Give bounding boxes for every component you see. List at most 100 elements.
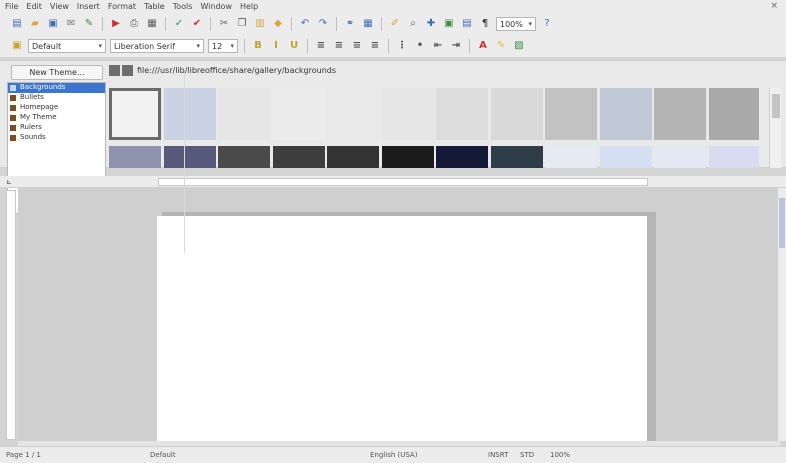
status-selection-mode[interactable]: STD bbox=[520, 451, 534, 459]
background-color-icon[interactable]: ▨ bbox=[512, 39, 526, 53]
show-draw-icon[interactable]: ✐ bbox=[388, 17, 402, 31]
background-thumbnail[interactable] bbox=[708, 88, 759, 140]
menu-insert[interactable]: Insert bbox=[77, 2, 100, 11]
zoom-select[interactable]: 100% ▾ bbox=[496, 17, 536, 31]
theme-item[interactable]: Sounds bbox=[8, 133, 105, 143]
theme-item[interactable]: My Theme bbox=[8, 113, 105, 123]
background-thumbnail[interactable] bbox=[381, 146, 434, 168]
open-icon[interactable]: ▰ bbox=[28, 17, 42, 31]
datasources-icon[interactable]: ▤ bbox=[460, 17, 474, 31]
find-icon[interactable]: ⌕ bbox=[406, 17, 420, 31]
background-thumbnail[interactable] bbox=[436, 88, 488, 140]
highlight-icon[interactable]: ✎ bbox=[494, 39, 508, 53]
vertical-ruler[interactable] bbox=[6, 190, 16, 440]
status-zoom[interactable]: 100% bbox=[550, 451, 570, 459]
paragraph-style-select[interactable]: Default ▾ bbox=[28, 39, 106, 53]
menu-table[interactable]: Table bbox=[144, 2, 165, 11]
redo-icon[interactable]: ↷ bbox=[316, 17, 330, 31]
menu-view[interactable]: View bbox=[50, 2, 69, 11]
navigator-icon[interactable]: ✚ bbox=[424, 17, 438, 31]
background-thumbnail[interactable] bbox=[490, 146, 543, 168]
print-icon[interactable]: ⎙ bbox=[127, 17, 141, 31]
new-icon[interactable]: ▤ bbox=[10, 17, 24, 31]
theme-item[interactable]: Homepage bbox=[8, 103, 105, 113]
background-thumbnail[interactable] bbox=[381, 88, 434, 140]
gallery-icon[interactable]: ▣ bbox=[442, 17, 456, 31]
theme-item-label: Homepage bbox=[20, 103, 59, 111]
scrollbar-thumb[interactable] bbox=[772, 94, 780, 118]
background-thumbnail[interactable] bbox=[490, 88, 543, 140]
background-thumbnail[interactable] bbox=[109, 146, 161, 168]
detail-view-icon[interactable] bbox=[122, 65, 133, 76]
horizontal-ruler[interactable] bbox=[158, 178, 648, 186]
background-thumbnail[interactable] bbox=[599, 88, 652, 140]
menu-format[interactable]: Format bbox=[108, 2, 136, 11]
font-color-icon[interactable]: A bbox=[476, 39, 490, 53]
clone-format-icon[interactable]: ◆ bbox=[271, 17, 285, 31]
numbering-icon[interactable]: ⋮ bbox=[395, 39, 409, 53]
background-thumbnail[interactable] bbox=[545, 146, 597, 168]
theme-item[interactable]: Backgrounds bbox=[8, 83, 105, 93]
bold-icon[interactable]: B bbox=[251, 39, 265, 53]
background-thumbnail[interactable] bbox=[327, 88, 379, 140]
export-pdf-icon[interactable]: ▶ bbox=[109, 17, 123, 31]
paste-icon[interactable]: ▥ bbox=[253, 17, 267, 31]
theme-item[interactable]: Rulers bbox=[8, 123, 105, 133]
underline-icon[interactable]: U bbox=[287, 39, 301, 53]
save-icon[interactable]: ▣ bbox=[46, 17, 60, 31]
theme-item[interactable]: Bullets bbox=[8, 93, 105, 103]
menu-file[interactable]: File bbox=[5, 2, 18, 11]
justify-icon[interactable]: ≡ bbox=[368, 39, 382, 53]
close-document-icon[interactable]: × bbox=[770, 1, 778, 11]
menu-window[interactable]: Window bbox=[200, 2, 232, 11]
format-buttons: B I U ≡ ≡ ≡ ≡ ⋮ • ⇤ ⇥ A ✎ ▨ bbox=[251, 39, 526, 53]
status-insert-mode[interactable]: INSRT bbox=[488, 451, 508, 459]
email-icon[interactable]: ✉ bbox=[64, 17, 78, 31]
vertical-scrollbar[interactable] bbox=[778, 188, 786, 441]
nonprinting-chars-icon[interactable]: ¶ bbox=[478, 17, 492, 31]
cut-icon[interactable]: ✂ bbox=[217, 17, 231, 31]
bullets-icon[interactable]: • bbox=[413, 39, 427, 53]
font-size-select[interactable]: 12 ▾ bbox=[208, 39, 238, 53]
background-thumbnail[interactable] bbox=[545, 88, 597, 140]
background-thumbnail[interactable] bbox=[272, 88, 325, 140]
new-theme-button[interactable]: New Theme... bbox=[11, 65, 103, 80]
copy-icon[interactable]: ❐ bbox=[235, 17, 249, 31]
align-center-icon[interactable]: ≡ bbox=[332, 39, 346, 53]
background-thumbnail[interactable] bbox=[654, 146, 706, 168]
undo-icon[interactable]: ↶ bbox=[298, 17, 312, 31]
menu-help[interactable]: Help bbox=[240, 2, 258, 11]
background-thumbnail[interactable] bbox=[218, 88, 270, 140]
background-thumbnail[interactable] bbox=[599, 146, 652, 168]
menu-edit[interactable]: Edit bbox=[26, 2, 42, 11]
decrease-indent-icon[interactable]: ⇤ bbox=[431, 39, 445, 53]
scrollbar-thumb[interactable] bbox=[779, 198, 785, 248]
italic-icon[interactable]: I bbox=[269, 39, 283, 53]
background-thumbnail[interactable] bbox=[109, 88, 161, 140]
background-thumbnail[interactable] bbox=[163, 146, 216, 168]
increase-indent-icon[interactable]: ⇥ bbox=[449, 39, 463, 53]
background-thumbnail[interactable] bbox=[327, 146, 379, 168]
background-thumbnail[interactable] bbox=[436, 146, 488, 168]
autospell-icon[interactable]: ✔ bbox=[190, 17, 204, 31]
background-thumbnail[interactable] bbox=[163, 88, 216, 140]
menu-tools[interactable]: Tools bbox=[173, 2, 193, 11]
align-right-icon[interactable]: ≡ bbox=[350, 39, 364, 53]
background-thumbnail[interactable] bbox=[272, 146, 325, 168]
background-thumbnail[interactable] bbox=[708, 146, 759, 168]
hyperlink-icon[interactable]: ⚭ bbox=[343, 17, 357, 31]
table-icon[interactable]: ▦ bbox=[361, 17, 375, 31]
print-preview-icon[interactable]: ▦ bbox=[145, 17, 159, 31]
icon-view-icon[interactable] bbox=[109, 65, 120, 76]
font-name-select[interactable]: Liberation Serif ▾ bbox=[110, 39, 204, 53]
background-thumbnail[interactable] bbox=[654, 88, 706, 140]
gallery-scrollbar[interactable] bbox=[769, 88, 781, 168]
tab-stop-icon[interactable]: ⊾ bbox=[6, 178, 12, 186]
spellcheck-icon[interactable]: ✓ bbox=[172, 17, 186, 31]
edit-icon[interactable]: ✎ bbox=[82, 17, 96, 31]
styles-icon[interactable]: ▣ bbox=[10, 39, 24, 53]
document-page[interactable] bbox=[157, 216, 647, 448]
help-icon[interactable]: ? bbox=[540, 17, 554, 31]
background-thumbnail[interactable] bbox=[218, 146, 270, 168]
align-left-icon[interactable]: ≡ bbox=[314, 39, 328, 53]
